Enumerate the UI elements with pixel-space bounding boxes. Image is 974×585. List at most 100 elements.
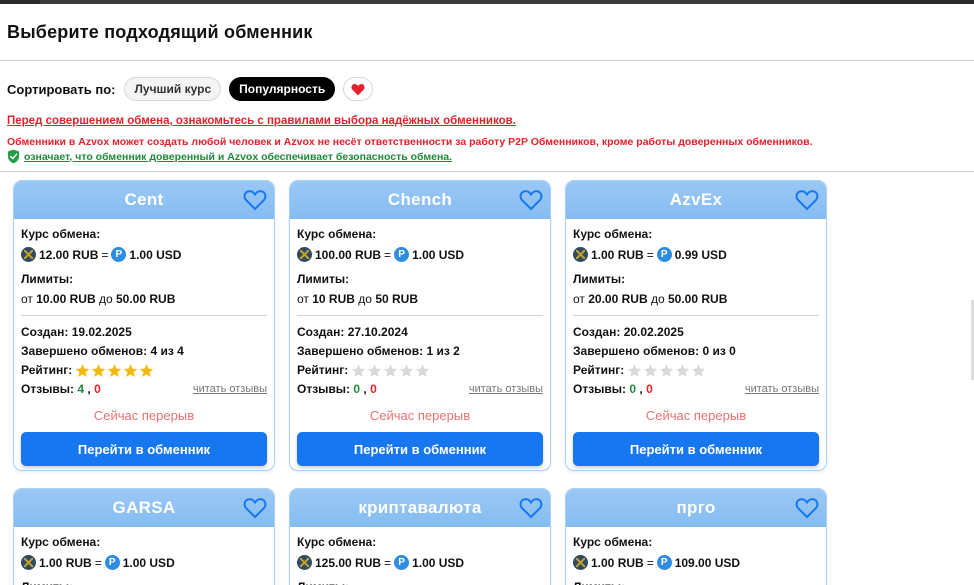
rate-to: 0.99 USD xyxy=(674,247,727,262)
title-divider xyxy=(0,60,974,61)
limit-from-word: от xyxy=(573,292,585,306)
favorite-heart-icon[interactable] xyxy=(795,497,819,519)
star-icon xyxy=(400,364,414,377)
go-to-exchanger-button[interactable]: Перейти в обменник xyxy=(573,432,819,466)
completed-exchanges: Завершено обменов: 4 из 4 xyxy=(21,344,184,358)
favorite-heart-icon[interactable] xyxy=(243,189,267,211)
created-value: 27.10.2024 xyxy=(347,325,408,339)
sort-label: Сортировать по: xyxy=(7,81,116,97)
rate-label: Курс обмена: xyxy=(297,227,377,241)
created-value: 19.02.2025 xyxy=(71,325,132,339)
limits-label: Лимиты: xyxy=(573,580,819,585)
reviews-negative: 0 xyxy=(370,382,377,396)
notices-divider xyxy=(0,171,974,172)
sort-bar: Сортировать по: Лучший курс Популярность xyxy=(7,77,374,101)
reviews-label: Отзывы: xyxy=(573,382,627,396)
card-divider xyxy=(21,315,267,316)
equals-sign: = xyxy=(101,247,109,262)
reviews-label: Отзывы: xyxy=(297,382,351,396)
rules-link[interactable]: Перед совершением обмена, ознакомьтесь с… xyxy=(7,115,516,127)
crypto-coin-icon xyxy=(297,247,312,262)
limits-value: от 20.00 RUB до 50.00 RUB xyxy=(573,292,819,306)
exchanger-name: AzvEx xyxy=(669,190,723,209)
exchanger-name: прго xyxy=(676,498,716,517)
break-status: Сейчас перерыв xyxy=(369,408,471,423)
limit-from-word: от xyxy=(21,292,33,306)
star-icon xyxy=(352,364,366,377)
rating-stars xyxy=(627,363,706,378)
card-header: прго xyxy=(566,489,826,527)
favorite-heart-icon[interactable] xyxy=(795,189,819,211)
favorite-heart-icon[interactable] xyxy=(519,497,543,519)
rate-to: 1.00 USD xyxy=(129,247,182,262)
equals-sign: = xyxy=(94,555,102,570)
shield-check-icon xyxy=(7,149,20,164)
go-to-exchanger-button[interactable]: Перейти в обменник xyxy=(297,432,543,466)
star-icon xyxy=(416,364,430,377)
rating-row: Рейтинг: xyxy=(21,361,267,380)
rate-to: 1.00 USD xyxy=(122,555,175,570)
created-date: Создан: 19.02.2025 xyxy=(21,325,132,339)
read-reviews-link[interactable]: читать отзывы xyxy=(193,380,267,398)
card-body: Курс обмена: 125.00 RUB=P1.00 USD Лимиты: xyxy=(290,527,550,585)
created-date: Создан: 20.02.2025 xyxy=(573,325,684,339)
read-reviews-link[interactable]: читать отзывы xyxy=(469,380,543,398)
crypto-coin-icon xyxy=(573,247,588,262)
equals-sign: = xyxy=(384,555,392,570)
rate-label: Курс обмена: xyxy=(21,535,101,549)
completed-exchanges: Завершено обменов: 1 из 2 xyxy=(297,344,460,358)
rate-from: 100.00 RUB xyxy=(315,247,382,262)
reviews-positive: 0 xyxy=(353,382,361,396)
limits-label: Лимиты: xyxy=(297,580,543,585)
equals-sign: = xyxy=(646,247,654,262)
reviews-row: Отзывы: 4 , 0 читать отзывы xyxy=(21,380,267,398)
rating-row: Рейтинг: xyxy=(573,361,819,380)
payment-coin-icon: P xyxy=(394,555,410,570)
reviews-positive: 4 xyxy=(77,382,85,396)
card-divider xyxy=(573,315,819,316)
crypto-coin-icon xyxy=(297,555,312,570)
rate-to: 109.00 USD xyxy=(674,555,741,570)
rate-label: Курс обмена: xyxy=(573,535,653,549)
reviews-negative: 0 xyxy=(646,382,653,396)
created-date: Создан: 27.10.2024 xyxy=(297,325,408,339)
trusted-note-link[interactable]: означает, что обменник доверенный и Azvo… xyxy=(24,151,452,163)
exchanger-card: криптавалюта Курс обмена: 125.00 RUB = P 1.00… xyxy=(289,488,551,585)
rate-from: 125.00 RUB xyxy=(315,555,382,570)
limit-to-word: до xyxy=(358,292,372,306)
limits-label: Лимиты: xyxy=(573,272,626,286)
payment-coin-icon: P xyxy=(104,555,120,570)
star-icon xyxy=(384,364,398,377)
card-header: криптавалюта xyxy=(290,489,550,527)
card-body: Курс обмена: 1.00 RUB = P 0.99 USD Лимиты: от … xyxy=(566,219,826,466)
favorite-heart-icon[interactable] xyxy=(519,189,543,211)
completed-value: 0 из 0 xyxy=(702,344,736,358)
exchange-rate: 100.00 RUB = P 1.00 USD xyxy=(297,247,543,262)
limit-from-word: от xyxy=(297,292,309,306)
crypto-coin-icon xyxy=(21,555,36,570)
sort-favorites-button[interactable] xyxy=(343,77,374,101)
card-body: Курс обмена: 1.00 RUB=P1.00 USD Лимиты: xyxy=(14,527,274,585)
card-body: Курс обмена: 100.00 RUB = P 1.00 USD Лимиты: о… xyxy=(290,219,550,466)
exchanger-card: Cent Курс обмена: 12.00 RUB = P 1.00 USD Лимит… xyxy=(13,180,275,471)
sort-popularity-button[interactable]: Популярность xyxy=(229,77,336,101)
limits-value: от 10 RUB до 50 RUB xyxy=(297,292,543,306)
favorite-heart-icon[interactable] xyxy=(243,497,267,519)
card-divider xyxy=(297,315,543,316)
equals-sign: = xyxy=(646,555,654,570)
card-body: Курс обмена: 1.00 RUB=P109.00 USD Лимиты: xyxy=(566,527,826,585)
read-reviews-link[interactable]: читать отзывы xyxy=(745,380,819,398)
sort-best-rate-button[interactable]: Лучший курс xyxy=(124,77,222,101)
star-icon xyxy=(692,364,706,377)
go-to-exchanger-button[interactable]: Перейти в обменник xyxy=(21,432,267,466)
star-icon xyxy=(644,364,658,377)
limits-value: от 10.00 RUB до 50.00 RUB xyxy=(21,292,267,306)
limit-to-word: до xyxy=(98,292,113,306)
payment-coin-icon: P xyxy=(394,247,410,262)
rating-stars xyxy=(75,363,154,378)
rate-label: Курс обмена: xyxy=(21,227,101,241)
star-icon xyxy=(676,364,690,377)
limits-label: Лимиты: xyxy=(21,272,74,286)
p2p-warning-text: Обменники в Azvox может создать любой че… xyxy=(7,136,813,148)
limit-max: 50.00 RUB xyxy=(668,292,728,306)
